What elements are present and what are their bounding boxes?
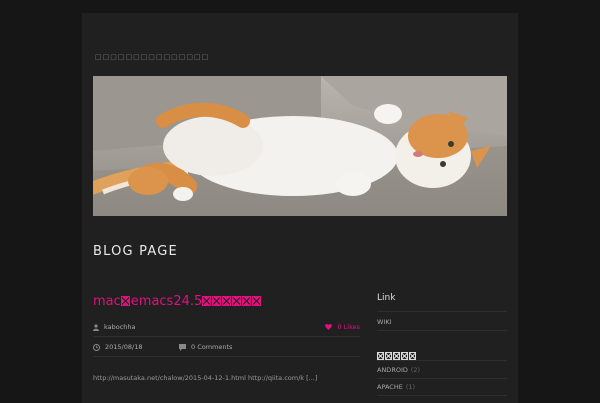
comments-link[interactable]: 0 Comments [179, 343, 232, 351]
page-container: □□□□□□□□□□□□□□□ BLOG PAGE mac emacs24.5 … [82, 13, 518, 403]
sidebar-link-heading: Link [377, 293, 507, 312]
missing-glyph-icon [377, 352, 384, 360]
category-label: APACHE [377, 383, 403, 391]
missing-glyph-icon [401, 352, 408, 360]
header-image-cat [93, 76, 507, 216]
missing-glyph-icon [120, 296, 130, 306]
sidebar-item-android[interactable]: ANDROID (2) [377, 362, 507, 379]
post-title-prefix: mac [93, 294, 121, 309]
sidebar-categories-heading [377, 344, 507, 361]
post-title-link[interactable]: mac emacs24.5 [93, 294, 262, 309]
post-meta-author-row: kabochha 0 Likes [93, 320, 360, 337]
missing-glyph-icon [393, 352, 400, 360]
missing-glyph-icon [242, 296, 252, 306]
post-excerpt: http://masutaka.net/chalow/2015-04-12-1.… [93, 374, 318, 382]
category-count: (1) [405, 383, 416, 391]
missing-glyph-icon [409, 352, 416, 360]
likes-button[interactable]: 0 Likes [325, 323, 360, 331]
missing-glyph-icon [202, 296, 212, 306]
date-meta: 2015/08/18 [93, 343, 142, 351]
sidebar-item-apache[interactable]: APACHE (1) [377, 379, 507, 396]
missing-glyph-icon [222, 296, 232, 306]
comment-icon [179, 343, 186, 351]
missing-glyph-icon [385, 352, 392, 360]
sidebar-categories: ANDROID (2) APACHE (1) [377, 344, 507, 396]
post-title-middle: emacs24.5 [130, 294, 203, 309]
clock-icon [93, 343, 100, 351]
heart-icon [325, 324, 333, 330]
missing-glyph-icon [212, 296, 222, 306]
category-label: ANDROID [377, 366, 408, 374]
page-heading: BLOG PAGE [93, 244, 178, 259]
user-icon [93, 323, 99, 331]
author-meta: kabochha [93, 323, 136, 331]
category-count: (2) [410, 366, 421, 374]
post-date: 2015/08/18 [105, 343, 143, 351]
likes-count: 0 Likes [337, 323, 360, 331]
missing-glyph-icon [252, 296, 262, 306]
comments-count: 0 Comments [191, 343, 233, 351]
sidebar-item-wiki[interactable]: WIKI [377, 314, 507, 331]
site-title[interactable]: □□□□□□□□□□□□□□□ [95, 53, 209, 61]
missing-glyph-icon [232, 296, 242, 306]
author-name[interactable]: kabochha [104, 323, 136, 331]
post-meta-date-row: 2015/08/18 0 Comments [93, 340, 360, 357]
sidebar-links: Link WIKI [377, 293, 507, 331]
